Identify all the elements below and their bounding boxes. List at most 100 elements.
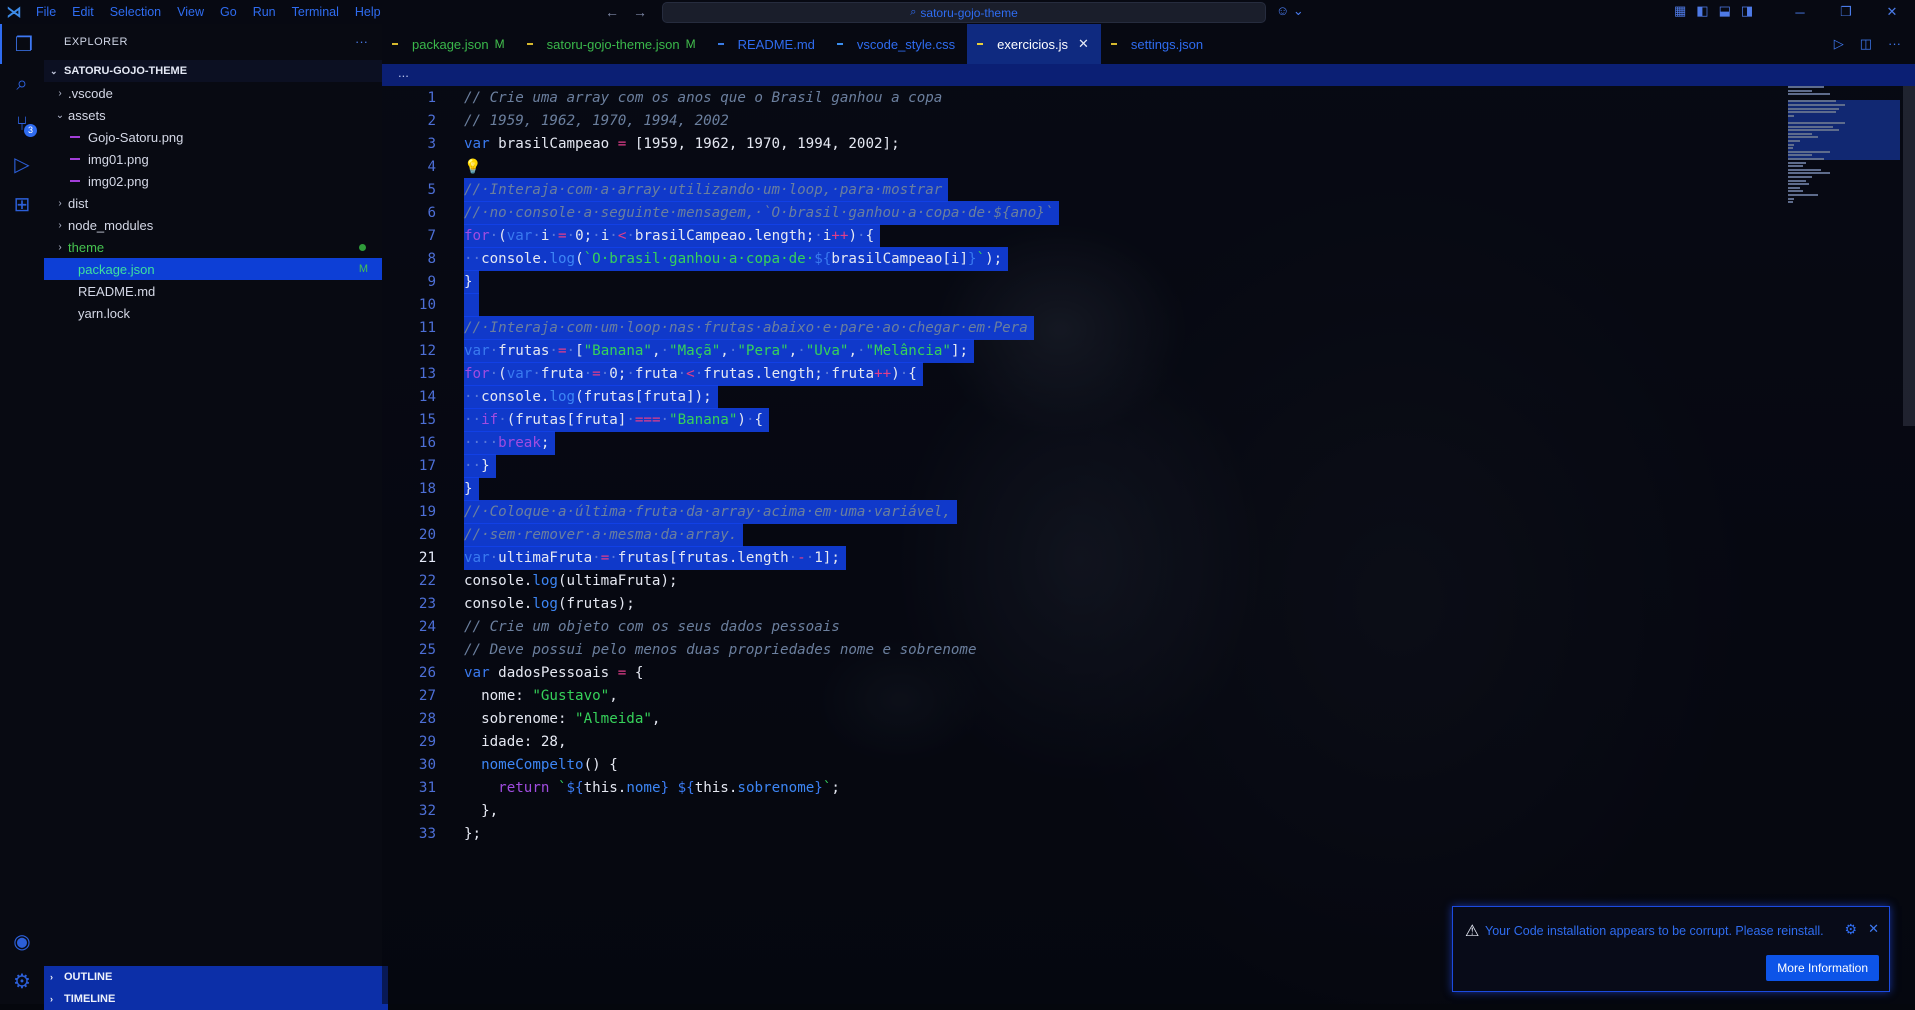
close-tab-icon[interactable]: ✕ [1078, 36, 1089, 52]
tab-satoru-gojo-theme-json[interactable]: satoru-gojo-theme.json M [517, 24, 708, 64]
code-token: · [532, 366, 541, 382]
code-token: fruta [634, 366, 678, 382]
tab-status-badge: M [494, 37, 505, 51]
menu-item-selection[interactable]: Selection [102, 5, 169, 19]
code-token: 0; [609, 366, 627, 382]
code-token: ) [891, 366, 900, 382]
close-window-icon[interactable]: ✕ [1869, 0, 1915, 24]
folder-item[interactable]: › node_modules [44, 214, 382, 236]
code-token: (frutas[fruta] [506, 412, 627, 428]
chevron-right-icon: › [50, 972, 53, 982]
vertical-scrollbar[interactable] [1903, 86, 1915, 426]
lightbulb-icon[interactable]: 💡 [464, 159, 481, 175]
code-token: · [489, 550, 499, 566]
back-arrow-icon[interactable]: ← [605, 4, 619, 20]
timeline-section[interactable]: › TIMELINE [44, 988, 388, 1010]
tab-package-json[interactable]: package.json M [382, 24, 517, 64]
chevron-right-icon: › [50, 994, 53, 1004]
code-token: ·· [464, 412, 482, 428]
search-view-icon[interactable]: ⌕ [0, 64, 44, 104]
js-file-icon [977, 43, 984, 45]
folder-item[interactable]: › theme [44, 236, 382, 258]
file-item[interactable]: img02.png [44, 170, 382, 192]
extensions-icon[interactable]: ⊞ [0, 184, 44, 224]
code-token: log [532, 573, 558, 589]
menu-item-help[interactable]: Help [347, 5, 389, 19]
menu-item-file[interactable]: File [28, 5, 64, 19]
code-token: · [857, 343, 866, 359]
code-token: ·· [464, 389, 482, 405]
code-token: ultimaFruta [498, 550, 593, 566]
file-item[interactable]: README.md [44, 280, 382, 302]
menu-item-run[interactable]: Run [245, 5, 284, 19]
split-editor-icon[interactable]: ◫ [1860, 36, 1872, 52]
modified-dot-icon [359, 244, 366, 251]
copilot-icon[interactable]: ☺ ⌄ [1276, 3, 1304, 19]
tab-exercicios-js[interactable]: exercicios.js ✕ [967, 24, 1101, 64]
code-token: console. [481, 389, 550, 405]
code-token: ( [575, 251, 584, 267]
minimap[interactable] [1788, 86, 1900, 286]
forward-arrow-icon[interactable]: → [633, 4, 647, 20]
file-item[interactable]: yarn.lock [44, 302, 382, 324]
tab-settings-json[interactable]: settings.json [1101, 24, 1215, 64]
folder-item[interactable]: ⌄ assets [44, 104, 382, 126]
command-center-search[interactable]: ⌕ satoru-gojo-theme [662, 2, 1266, 23]
source-control-icon[interactable]: ⑂ 3 [0, 104, 44, 144]
more-actions-icon[interactable]: ··· [1888, 36, 1901, 52]
code-token: }; [464, 826, 482, 842]
code-token: ) [848, 228, 858, 244]
toggle-panel-icon[interactable]: ⬓ [1719, 3, 1731, 19]
code-token: "Gustavo" [532, 688, 610, 704]
chevron-down-icon: ⌄ [55, 109, 65, 121]
code-editor[interactable]: 1// Crie uma array com os anos que o Bra… [382, 86, 1915, 1004]
explorer-icon[interactable]: ❐ [0, 24, 46, 64]
folder-item[interactable]: › .vscode [44, 82, 382, 104]
menu-item-edit[interactable]: Edit [64, 5, 102, 19]
outline-label: OUTLINE [64, 971, 113, 983]
file-item[interactable]: Gojo-Satoru.png [44, 126, 382, 148]
customize-layout-icon[interactable]: ▦ [1674, 3, 1686, 19]
folder-item[interactable]: › dist [44, 192, 382, 214]
code-token: "Pera" [737, 343, 789, 359]
code-token: //·Coloque·a·última·fruta·da·array·acima… [464, 504, 951, 520]
search-icon: ⌕ [910, 6, 917, 18]
settings-gear-icon[interactable]: ⚙ [0, 961, 44, 1001]
run-debug-icon[interactable]: ▷ [0, 144, 44, 184]
tab-readme-md[interactable]: README.md [708, 24, 827, 64]
file-item[interactable]: package.json M [44, 258, 382, 280]
account-icon[interactable]: ◉ [0, 921, 44, 961]
notification-settings-icon[interactable]: ⚙ [1844, 921, 1857, 938]
code-token: ; [831, 780, 840, 796]
tab-vscode-style-css[interactable]: vscode_style.css [827, 24, 967, 64]
minimap-line [1788, 176, 1812, 178]
run-file-icon[interactable]: ▷ [1834, 36, 1844, 52]
toggle-primary-sidebar-icon[interactable]: ◧ [1696, 3, 1708, 19]
code-token: var [464, 665, 490, 681]
code-token: ` [557, 780, 567, 796]
minimap-line [1788, 168, 1821, 171]
code-text: }; [464, 820, 481, 848]
outline-section[interactable]: › OUTLINE [44, 966, 388, 988]
file-item[interactable]: img01.png [44, 148, 382, 170]
more-information-button[interactable]: More Information [1766, 955, 1879, 981]
tree-item-label: README.md [78, 283, 156, 299]
menu-item-terminal[interactable]: Terminal [284, 5, 347, 19]
code-token: log [549, 251, 576, 267]
menu-item-view[interactable]: View [169, 5, 212, 19]
code-token: for [464, 366, 490, 382]
close-notification-icon[interactable]: ✕ [1868, 921, 1879, 937]
restore-icon[interactable]: ❐ [1823, 0, 1869, 24]
minimap-line [1788, 172, 1830, 175]
more-actions-icon[interactable]: ··· [355, 34, 368, 49]
menu-item-go[interactable]: Go [212, 5, 245, 19]
chevron-right-icon: › [58, 241, 62, 253]
chevron-right-icon: › [58, 219, 62, 231]
code-token: [1959, 1962, 1970, 1994, 2002]; [626, 136, 900, 152]
breadcrumb[interactable]: ... [382, 64, 1915, 86]
toggle-secondary-sidebar-icon[interactable]: ◨ [1741, 3, 1753, 19]
code-token: ) [737, 412, 746, 428]
minimize-icon[interactable]: ─ [1777, 0, 1823, 24]
code-token: = [557, 228, 567, 244]
workspace-root[interactable]: ⌄ SATORU-GOJO-THEME [44, 60, 382, 82]
